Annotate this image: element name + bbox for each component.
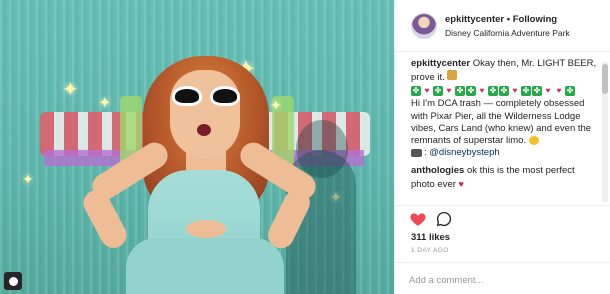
star-decoration: ✦ — [22, 171, 34, 187]
shamrock-emoji-icon: ✤ — [466, 86, 476, 97]
heart-emoji-icon: ♥ — [554, 86, 564, 97]
sunglass-lens-left — [172, 86, 202, 106]
comments-list: epkittycenter Okay then, Mr. LIGHT BEER,… — [411, 58, 599, 204]
caption-credit: : @disneybysteph — [411, 147, 599, 159]
person-face — [170, 70, 240, 158]
person-skirt — [126, 238, 284, 294]
heart-emoji-icon: ♥ — [458, 178, 464, 189]
comment-bubble-icon[interactable] — [435, 210, 453, 228]
heart-emoji-icon: ♥ — [422, 86, 432, 97]
following-button[interactable]: Following — [513, 14, 557, 25]
caption: epkittycenter Okay then, Mr. LIGHT BEER,… — [411, 58, 599, 159]
heart-icon[interactable] — [409, 210, 427, 228]
user-tag-icon[interactable] — [4, 272, 22, 290]
heart-emoji-icon: ♥ — [477, 86, 487, 97]
post-side-panel: epkittycenter • Following Disney Califor… — [394, 0, 610, 294]
heart-emoji-icon: ♥ — [444, 86, 454, 97]
person-mouth — [197, 124, 211, 136]
shamrock-emoji-icon: ✤ — [455, 86, 465, 97]
comments-scrollbar[interactable] — [602, 62, 608, 202]
shamrock-emoji-icon: ✤ — [565, 86, 575, 97]
camera-emoji-icon — [411, 148, 422, 157]
shamrock-emoji-icon: ✤ — [532, 86, 542, 97]
credit-handle-link[interactable]: @disneybysteph — [429, 147, 499, 158]
shamrock-emoji-icon: ✤ — [488, 86, 498, 97]
post-photo[interactable]: ✦ ✦ ✦ ✦ ✦ ✦ — [0, 0, 394, 294]
avatar[interactable] — [411, 13, 437, 39]
shamrock-emoji-icon: ✤ — [433, 86, 443, 97]
heart-emoji-icon: ♥ — [510, 86, 520, 97]
heart-emoji-icon: ♥ — [543, 86, 553, 97]
beer-emoji-icon — [447, 70, 458, 81]
header-username[interactable]: epkittycenter — [445, 14, 504, 25]
emoji-row: ✤ ♥ ✤ ♥ ✤ ✤ ♥ ✤ ✤ ♥ ✤ ✤ ♥ ♥ ✤ — [411, 86, 599, 97]
sunglass-lens-right — [210, 86, 240, 106]
shamrock-emoji-icon: ✤ — [499, 86, 509, 97]
header-separator: • — [506, 14, 511, 25]
dress-cutout — [186, 220, 226, 238]
post-header: epkittycenter • Following Disney Califor… — [395, 0, 610, 52]
bee-emoji-icon — [528, 136, 539, 145]
star-decoration: ✦ — [62, 79, 79, 101]
shamrock-emoji-icon: ✤ — [411, 86, 421, 97]
action-bar — [395, 205, 610, 231]
caption-username[interactable]: epkittycenter — [411, 58, 470, 69]
star-decoration: ✦ — [270, 97, 282, 113]
header-user-line: epkittycenter • Following — [445, 14, 557, 25]
scrollbar-thumb[interactable] — [602, 64, 608, 94]
likes-count[interactable]: 311 likes — [411, 232, 450, 243]
comment-item: anthologies ok this is the most perfect … — [411, 165, 599, 190]
add-comment-input[interactable] — [409, 271, 599, 289]
add-comment-bar — [395, 262, 610, 294]
comment-username[interactable]: anthologies — [411, 165, 464, 176]
location-link[interactable]: Disney California Adventure Park — [445, 28, 570, 38]
post-timestamp[interactable]: 1 DAY AGO — [411, 247, 449, 254]
heart-sunglasses — [172, 86, 242, 106]
shamrock-emoji-icon: ✤ — [521, 86, 531, 97]
caption-body: Hi I'm DCA trash — completely obsessed w… — [411, 98, 592, 147]
star-decoration: ✦ — [98, 95, 112, 112]
